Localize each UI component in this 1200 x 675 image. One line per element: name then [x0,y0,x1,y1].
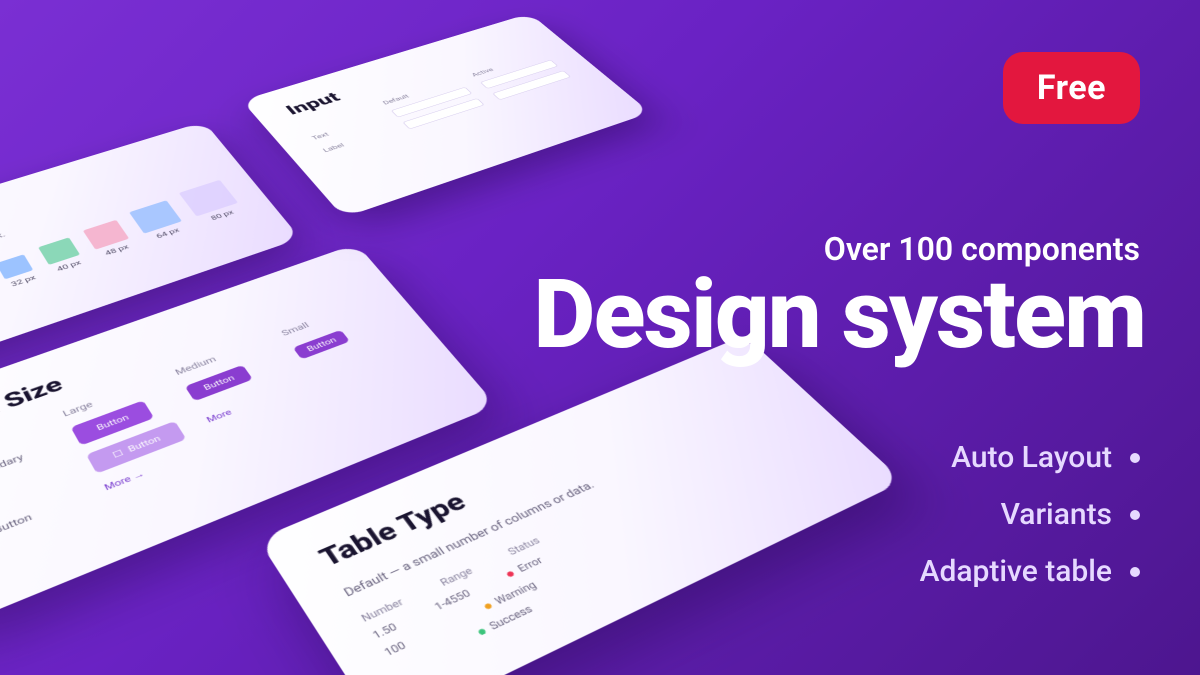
row-label: Arrow Button [0,492,85,551]
feature-item: Variants [920,497,1140,532]
bullet-icon [1130,567,1140,577]
table-row: Success [394,460,841,675]
row-label: + Icon [0,468,72,525]
sample-button-small[interactable]: Button [293,330,351,360]
bullet-icon [1130,510,1140,520]
bullet-icon [1130,453,1140,463]
card-input: Input Default Active Text Label [241,13,650,217]
feature-item: Auto Layout [920,440,1140,475]
placeholder-icon: ☐ [111,448,126,460]
row-label: Main, Secondary [0,440,57,495]
arrow-link[interactable]: More → [102,469,146,493]
free-badge: Free [1003,52,1140,124]
hero-title: Design system [533,265,1145,366]
feature-list: Auto Layout Variants Adaptive table [920,440,1140,611]
promo-stage: Layout The system uses a Soft Grid with … [0,0,1200,675]
table-row: 1.50 1-4550 Error [370,433,812,641]
feature-item: Adaptive table [920,554,1140,589]
sample-button-large[interactable]: Button [71,400,155,445]
more-link[interactable]: More [204,407,233,424]
